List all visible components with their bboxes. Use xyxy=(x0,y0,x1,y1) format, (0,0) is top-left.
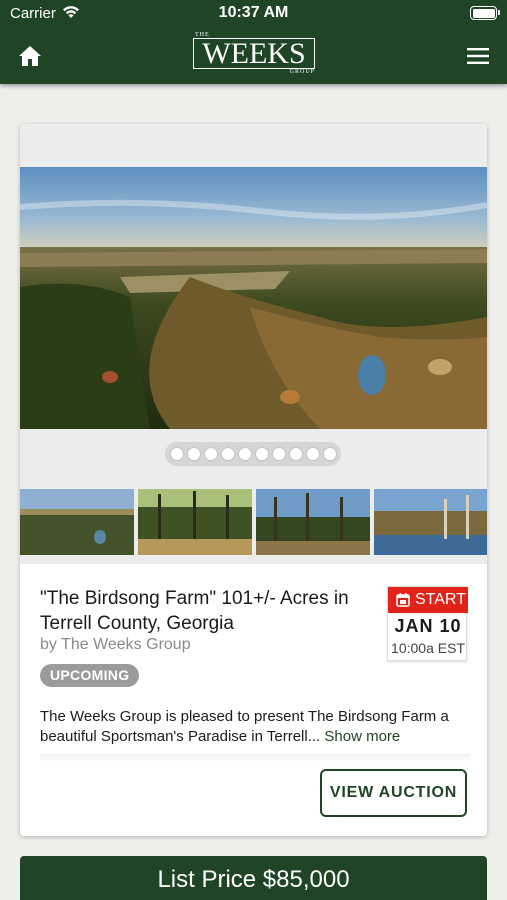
home-icon[interactable] xyxy=(16,42,44,70)
description-fade xyxy=(40,754,470,762)
pager-dot[interactable] xyxy=(238,448,251,460)
thumbnail[interactable] xyxy=(256,489,370,555)
thumbnail[interactable] xyxy=(20,489,134,555)
calendar-icon xyxy=(396,593,410,607)
nav-bar: THE WEEKS GROUP xyxy=(0,28,507,84)
start-date-box: START JAN 10 10:00a EST xyxy=(387,586,468,661)
view-auction-button[interactable]: VIEW AUCTION xyxy=(320,769,467,817)
pager-dot[interactable] xyxy=(323,448,336,460)
pager-dot[interactable] xyxy=(272,448,285,460)
start-date: JAN 10 xyxy=(394,616,462,636)
pager-dot[interactable] xyxy=(170,448,183,460)
status-bar: Carrier 10:37 AM xyxy=(0,0,507,28)
start-time: 10:00a EST xyxy=(391,640,465,656)
thumbnail-strip xyxy=(20,489,487,555)
listing-byline: by The Weeks Group xyxy=(40,636,191,653)
listing-title[interactable]: "The Birdsong Farm" 101+/- Acres in Terr… xyxy=(40,586,380,636)
start-header: START xyxy=(388,587,468,613)
hamburger-menu-icon[interactable] xyxy=(465,43,491,69)
thumbnail[interactable] xyxy=(138,489,252,555)
battery-icon xyxy=(470,6,500,20)
logo-wordmark: WEEKS xyxy=(202,37,306,70)
status-badge: UPCOMING xyxy=(40,664,140,687)
pager-dot[interactable] xyxy=(221,448,234,460)
clock: 10:37 AM xyxy=(218,4,289,21)
pager-dot[interactable] xyxy=(187,448,200,460)
photo-gallery xyxy=(20,124,487,564)
logo-group: GROUP xyxy=(289,69,315,75)
weeks-group-logo: THE WEEKS GROUP xyxy=(193,32,315,76)
list-price-bar[interactable]: List Price $85,000 xyxy=(20,856,487,900)
show-more-link[interactable]: Show more xyxy=(324,728,400,745)
thumbnail[interactable] xyxy=(374,489,487,555)
start-label: START xyxy=(415,591,466,608)
listing-description: The Weeks Group is pleased to present Th… xyxy=(40,707,470,747)
pager-dot[interactable] xyxy=(204,448,217,460)
pager-dot[interactable] xyxy=(289,448,302,460)
main-photo[interactable] xyxy=(20,167,487,429)
photo-pager[interactable] xyxy=(165,442,341,466)
pager-dot[interactable] xyxy=(306,448,319,460)
auction-card: "The Birdsong Farm" 101+/- Acres in Terr… xyxy=(20,124,487,836)
pager-dot[interactable] xyxy=(255,448,268,460)
